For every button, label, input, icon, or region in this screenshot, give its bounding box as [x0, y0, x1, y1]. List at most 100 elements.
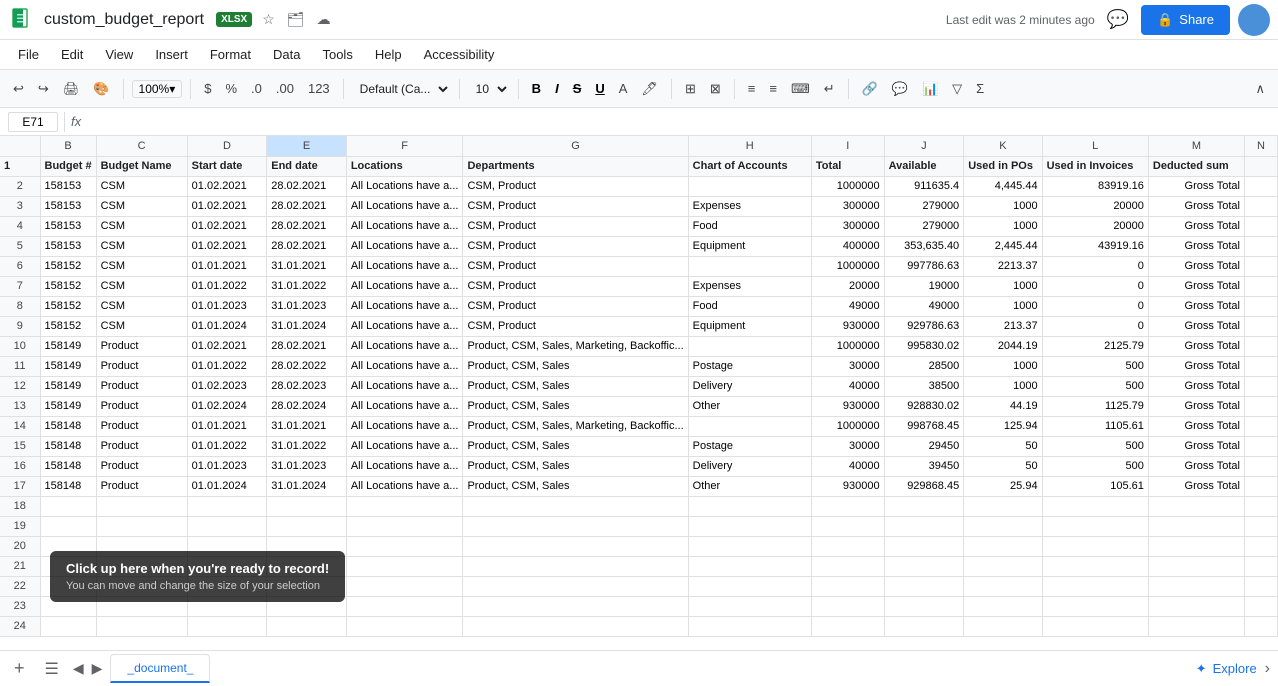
- chart-of-accounts-cell[interactable]: Other: [688, 476, 811, 496]
- departments-cell[interactable]: Product, CSM, Sales: [463, 396, 688, 416]
- percent-button[interactable]: %: [220, 78, 242, 99]
- scroll-sheets-left-button[interactable]: ◀: [73, 660, 84, 677]
- locations-cell[interactable]: All Locations have a...: [346, 216, 463, 236]
- extra-cell[interactable]: [1244, 456, 1277, 476]
- budget-hash-cell[interactable]: 158152: [40, 276, 96, 296]
- chart-of-accounts-cell[interactable]: Expenses: [688, 276, 811, 296]
- extra-cell[interactable]: [1244, 576, 1277, 596]
- row-num-cell[interactable]: 24: [0, 616, 40, 636]
- departments-cell[interactable]: Product, CSM, Sales: [463, 476, 688, 496]
- used-in-pos-cell[interactable]: [964, 516, 1042, 536]
- end-date-cell[interactable]: 28.02.2021: [267, 236, 347, 256]
- end-date-cell[interactable]: 31.01.2021: [267, 416, 347, 436]
- end-date-cell[interactable]: 31.01.2024: [267, 476, 347, 496]
- locations-cell[interactable]: [346, 596, 463, 616]
- deducted-sum-cell[interactable]: [1148, 556, 1244, 576]
- table-row[interactable]: 13158149Product01.02.202428.02.2024All L…: [0, 396, 1278, 416]
- explore-button[interactable]: ✦ Explore: [1196, 661, 1257, 677]
- row-num-cell[interactable]: 14: [0, 416, 40, 436]
- budget-hash-cell[interactable]: 158153: [40, 196, 96, 216]
- extra-cell[interactable]: [1244, 236, 1277, 256]
- col-header-i[interactable]: I: [811, 136, 884, 156]
- used-in-invoices-cell[interactable]: 500: [1042, 456, 1148, 476]
- deducted-sum-cell[interactable]: Gross Total: [1148, 236, 1244, 256]
- used-in-invoices-cell[interactable]: [1042, 556, 1148, 576]
- end-date-cell[interactable]: 31.01.2021: [267, 256, 347, 276]
- functions-button[interactable]: Σ: [971, 78, 989, 99]
- start-date-cell[interactable]: 01.01.2024: [187, 476, 267, 496]
- total-cell[interactable]: 1000000: [811, 416, 884, 436]
- used-in-pos-cell[interactable]: 2044.19: [964, 336, 1042, 356]
- deducted-sum-cell[interactable]: Gross Total: [1148, 316, 1244, 336]
- available-cell[interactable]: 998768.45: [884, 416, 964, 436]
- align-center-button[interactable]: ≡: [764, 78, 782, 99]
- chart-of-accounts-cell[interactable]: [688, 516, 811, 536]
- deducted-sum-cell[interactable]: Gross Total: [1148, 396, 1244, 416]
- table-row[interactable]: 9158152CSM01.01.202431.01.2024All Locati…: [0, 316, 1278, 336]
- locations-cell[interactable]: [346, 576, 463, 596]
- chart-of-accounts-cell[interactable]: [688, 256, 811, 276]
- used-in-invoices-cell[interactable]: [1042, 496, 1148, 516]
- used-in-invoices-cell[interactable]: 0: [1042, 316, 1148, 336]
- used-in-pos-cell[interactable]: [964, 616, 1042, 636]
- deducted-sum-cell[interactable]: [1148, 536, 1244, 556]
- used-in-pos-cell[interactable]: 213.37: [964, 316, 1042, 336]
- budget-hash-cell[interactable]: 158149: [40, 376, 96, 396]
- end-date-cell[interactable]: 28.02.2021: [267, 196, 347, 216]
- used-in-invoices-cell[interactable]: 43919.16: [1042, 236, 1148, 256]
- row-num-cell[interactable]: 3: [0, 196, 40, 216]
- budget-name-cell[interactable]: CSM: [96, 216, 187, 236]
- row-num-cell[interactable]: 18: [0, 496, 40, 516]
- departments-cell[interactable]: CSM, Product: [463, 216, 688, 236]
- col-header-k[interactable]: K: [964, 136, 1042, 156]
- text-color-button[interactable]: A: [614, 78, 633, 99]
- deducted-sum-cell[interactable]: Gross Total: [1148, 196, 1244, 216]
- table-row[interactable]: 11158149Product01.01.202228.02.2022All L…: [0, 356, 1278, 376]
- locations-cell[interactable]: All Locations have a...: [346, 476, 463, 496]
- departments-cell[interactable]: [463, 596, 688, 616]
- col-header-m[interactable]: M: [1148, 136, 1244, 156]
- paint-format-button[interactable]: 🎨: [88, 78, 114, 100]
- available-cell[interactable]: [884, 576, 964, 596]
- start-date-cell[interactable]: 01.02.2021: [187, 216, 267, 236]
- menu-tools[interactable]: Tools: [312, 43, 362, 66]
- undo-button[interactable]: ↩: [8, 78, 29, 100]
- row-num-cell[interactable]: 2: [0, 176, 40, 196]
- table-row[interactable]: 15158148Product01.01.202231.01.2022All L…: [0, 436, 1278, 456]
- extra-cell[interactable]: [1244, 176, 1277, 196]
- used-in-invoices-cell[interactable]: 500: [1042, 436, 1148, 456]
- menu-accessibility[interactable]: Accessibility: [414, 43, 505, 66]
- budget-hash-cell[interactable]: 158148: [40, 476, 96, 496]
- used-in-invoices-cell[interactable]: [1042, 596, 1148, 616]
- table-row[interactable]: 16158148Product01.01.202331.01.2023All L…: [0, 456, 1278, 476]
- extra-cell[interactable]: [1244, 336, 1277, 356]
- align-left-button[interactable]: ≡: [743, 78, 761, 99]
- budget-name-cell[interactable]: Product: [96, 356, 187, 376]
- used-in-pos-cell[interactable]: 1000: [964, 196, 1042, 216]
- font-family-select[interactable]: Default (Ca...: [352, 79, 451, 99]
- chart-of-accounts-cell[interactable]: [688, 616, 811, 636]
- total-cell[interactable]: [811, 616, 884, 636]
- end-date-cell[interactable]: 28.02.2021: [267, 216, 347, 236]
- departments-cell[interactable]: CSM, Product: [463, 256, 688, 276]
- start-date-cell[interactable]: 01.01.2022: [187, 276, 267, 296]
- locations-cell[interactable]: All Locations have a...: [346, 296, 463, 316]
- cloud-icon[interactable]: ☁: [317, 11, 331, 28]
- deducted-sum-cell[interactable]: Gross Total: [1148, 276, 1244, 296]
- end-date-cell[interactable]: 31.01.2023: [267, 296, 347, 316]
- chart-of-accounts-cell[interactable]: [688, 556, 811, 576]
- budget-hash-cell[interactable]: [40, 616, 96, 636]
- chart-of-accounts-cell[interactable]: Equipment: [688, 236, 811, 256]
- row-num-cell[interactable]: 21: [0, 556, 40, 576]
- locations-cell[interactable]: All Locations have a...: [346, 416, 463, 436]
- total-cell[interactable]: 40000: [811, 456, 884, 476]
- locations-cell[interactable]: [346, 556, 463, 576]
- available-cell[interactable]: 995830.02: [884, 336, 964, 356]
- deducted-sum-cell[interactable]: Gross Total: [1148, 256, 1244, 276]
- used-in-invoices-cell[interactable]: [1042, 616, 1148, 636]
- available-cell[interactable]: 928830.02: [884, 396, 964, 416]
- italic-button[interactable]: I: [550, 78, 564, 99]
- start-date-cell[interactable]: 01.01.2024: [187, 316, 267, 336]
- used-in-pos-cell[interactable]: 4,445.44: [964, 176, 1042, 196]
- total-cell[interactable]: 30000: [811, 436, 884, 456]
